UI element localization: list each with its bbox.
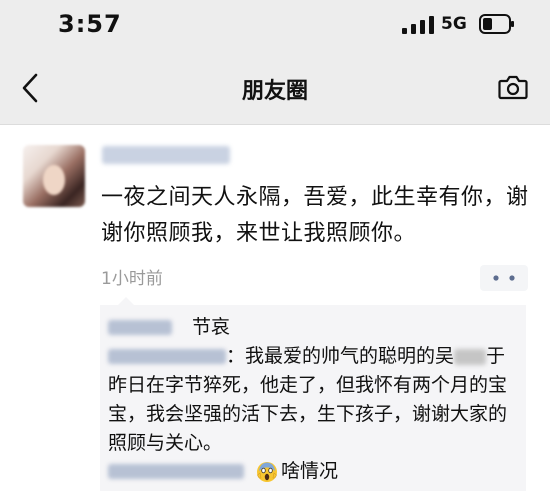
status-time: 3:57 [58, 10, 122, 38]
camera-icon [498, 75, 528, 100]
poster-name-blurred[interactable] [102, 146, 230, 164]
more-button[interactable] [480, 265, 528, 291]
comment-text: 节哀 [192, 316, 231, 338]
commenter-name-blurred[interactable] [108, 464, 244, 479]
comment-text: ：我最爱的帅气的聪明的吴 [226, 345, 455, 367]
comment-item[interactable]: ：我最爱的帅气的聪明的吴 于昨日在字节猝死，他走了，但我怀有两个月的宝宝，我会坚强… [108, 342, 518, 458]
page-title: 朋友圈 [241, 79, 308, 104]
camera-button[interactable] [496, 70, 530, 104]
comments-section: 节哀 ：我最爱的帅气的聪明的吴 于昨日在字节猝死，他走了，但我怀有两个月的宝宝，我… [100, 297, 526, 491]
more-dots-icon [493, 275, 515, 281]
navigation-bar: 朋友圈 [0, 52, 550, 125]
avatar[interactable] [23, 145, 85, 207]
comments-arrow [118, 297, 134, 305]
commenter-name-blurred[interactable] [108, 320, 172, 335]
battery-icon [479, 14, 514, 34]
avatar-face-blurred [43, 165, 65, 195]
face-screaming-emoji-icon [257, 461, 278, 482]
status-bar: 3:57 5G [0, 0, 550, 52]
signal-bars-icon [402, 16, 434, 34]
comment-item[interactable]: 啥情况 [108, 457, 518, 486]
comment-text: 啥情况 [281, 460, 339, 482]
comment-item[interactable]: 节哀 [108, 313, 518, 342]
post-timestamp: 1小时前 [101, 269, 163, 289]
redacted-name-blurred [454, 348, 487, 365]
network-type: 5G [441, 14, 467, 34]
post-text: 一夜之间天人永隔，吾爱，此生幸有你，谢谢你照顾我，来世让我照顾你。 [101, 185, 529, 246]
commenter-name-blurred[interactable] [108, 349, 226, 364]
